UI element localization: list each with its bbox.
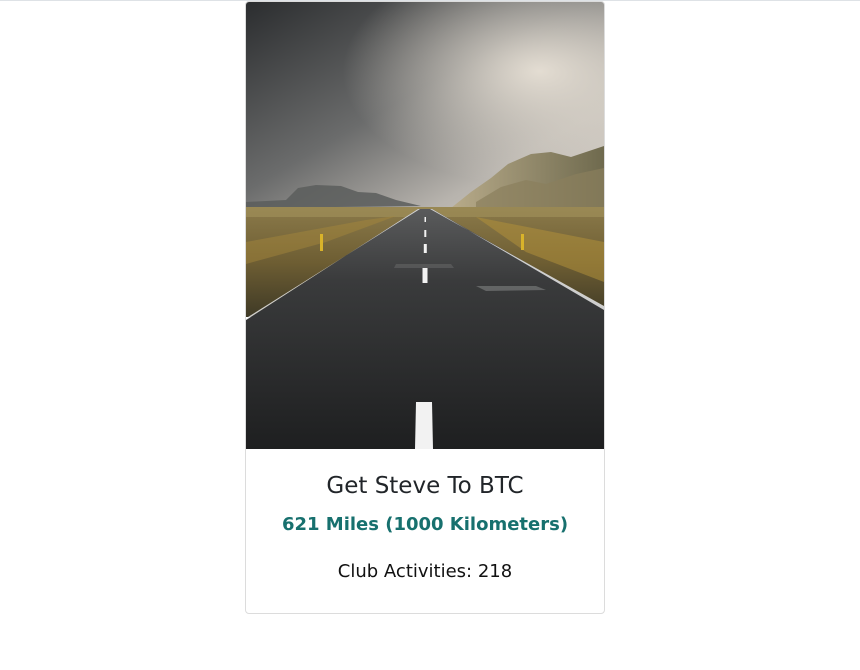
card-title[interactable]: Get Steve To BTC [246,470,604,502]
road-landscape-image [246,2,604,449]
distance-text: 621 Miles (1000 Kilometers) [281,514,569,535]
challenge-card[interactable]: Get Steve To BTC 621 Miles (1000 Kilomet… [245,1,605,614]
club-activities-count: Club Activities: 218 [337,561,513,582]
